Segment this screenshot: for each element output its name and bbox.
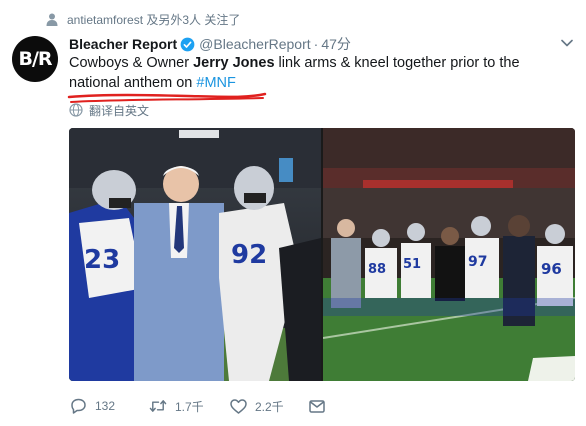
social-context-text[interactable]: antietamforest 及另外3人 关注了 <box>67 11 240 28</box>
verified-icon <box>180 37 195 52</box>
envelope-icon <box>309 397 325 415</box>
chevron-down-icon[interactable] <box>560 38 574 48</box>
reply-count: 132 <box>95 399 116 413</box>
svg-text:88: 88 <box>368 262 386 277</box>
retweet-icon <box>149 397 167 415</box>
svg-text:23: 23 <box>84 245 120 275</box>
hashtag-link[interactable]: #MNF <box>196 75 235 91</box>
like-button[interactable]: 2.2千 <box>229 397 309 415</box>
tweet-text: Cowboys & Owner Jerry Jones link arms & … <box>69 53 574 93</box>
avatar[interactable]: B/R <box>12 36 58 82</box>
globe-icon <box>69 103 83 117</box>
translate-label: 翻译自英文 <box>89 103 150 118</box>
tweet-header: Bleacher Report @BleacherReport · 47分 <box>69 34 351 54</box>
tweet-actions: 132 1.7千 2.2千 <box>69 397 329 415</box>
photo-kneeling-with-owner[interactable]: 23 92 <box>69 128 321 381</box>
social-context: antietamforest 及另外3人 关注了 <box>45 11 240 27</box>
direct-message-button[interactable] <box>309 397 329 415</box>
author-name[interactable]: Bleacher Report <box>69 36 177 52</box>
svg-text:96: 96 <box>541 260 562 278</box>
tweet-timestamp[interactable]: 47分 <box>321 34 351 54</box>
tweet[interactable]: B/R Bleacher Report @BleacherReport · 47… <box>0 28 586 426</box>
photo-team-kneeling[interactable]: 88 51 97 96 <box>323 128 575 381</box>
separator-dot: · <box>313 36 319 52</box>
tweet-media[interactable]: 23 92 88 51 97 96 <box>69 128 575 381</box>
reply-icon <box>69 397 87 415</box>
svg-text:92: 92 <box>231 240 267 270</box>
heart-icon <box>229 397 247 415</box>
tweet-text-part1: Cowboys & Owner <box>69 55 194 71</box>
svg-text:97: 97 <box>468 254 487 270</box>
tweet-text-mention: Jerry Jones <box>193 55 275 71</box>
retweet-button[interactable]: 1.7千 <box>149 397 229 415</box>
retweet-count: 1.7千 <box>175 399 204 414</box>
reply-button[interactable]: 132 <box>69 397 149 415</box>
like-count: 2.2千 <box>255 399 284 414</box>
person-icon <box>45 12 59 26</box>
translate-link[interactable]: 翻译自英文 <box>69 101 149 119</box>
author-handle[interactable]: @BleacherReport <box>199 36 311 52</box>
svg-text:51: 51 <box>403 257 421 272</box>
